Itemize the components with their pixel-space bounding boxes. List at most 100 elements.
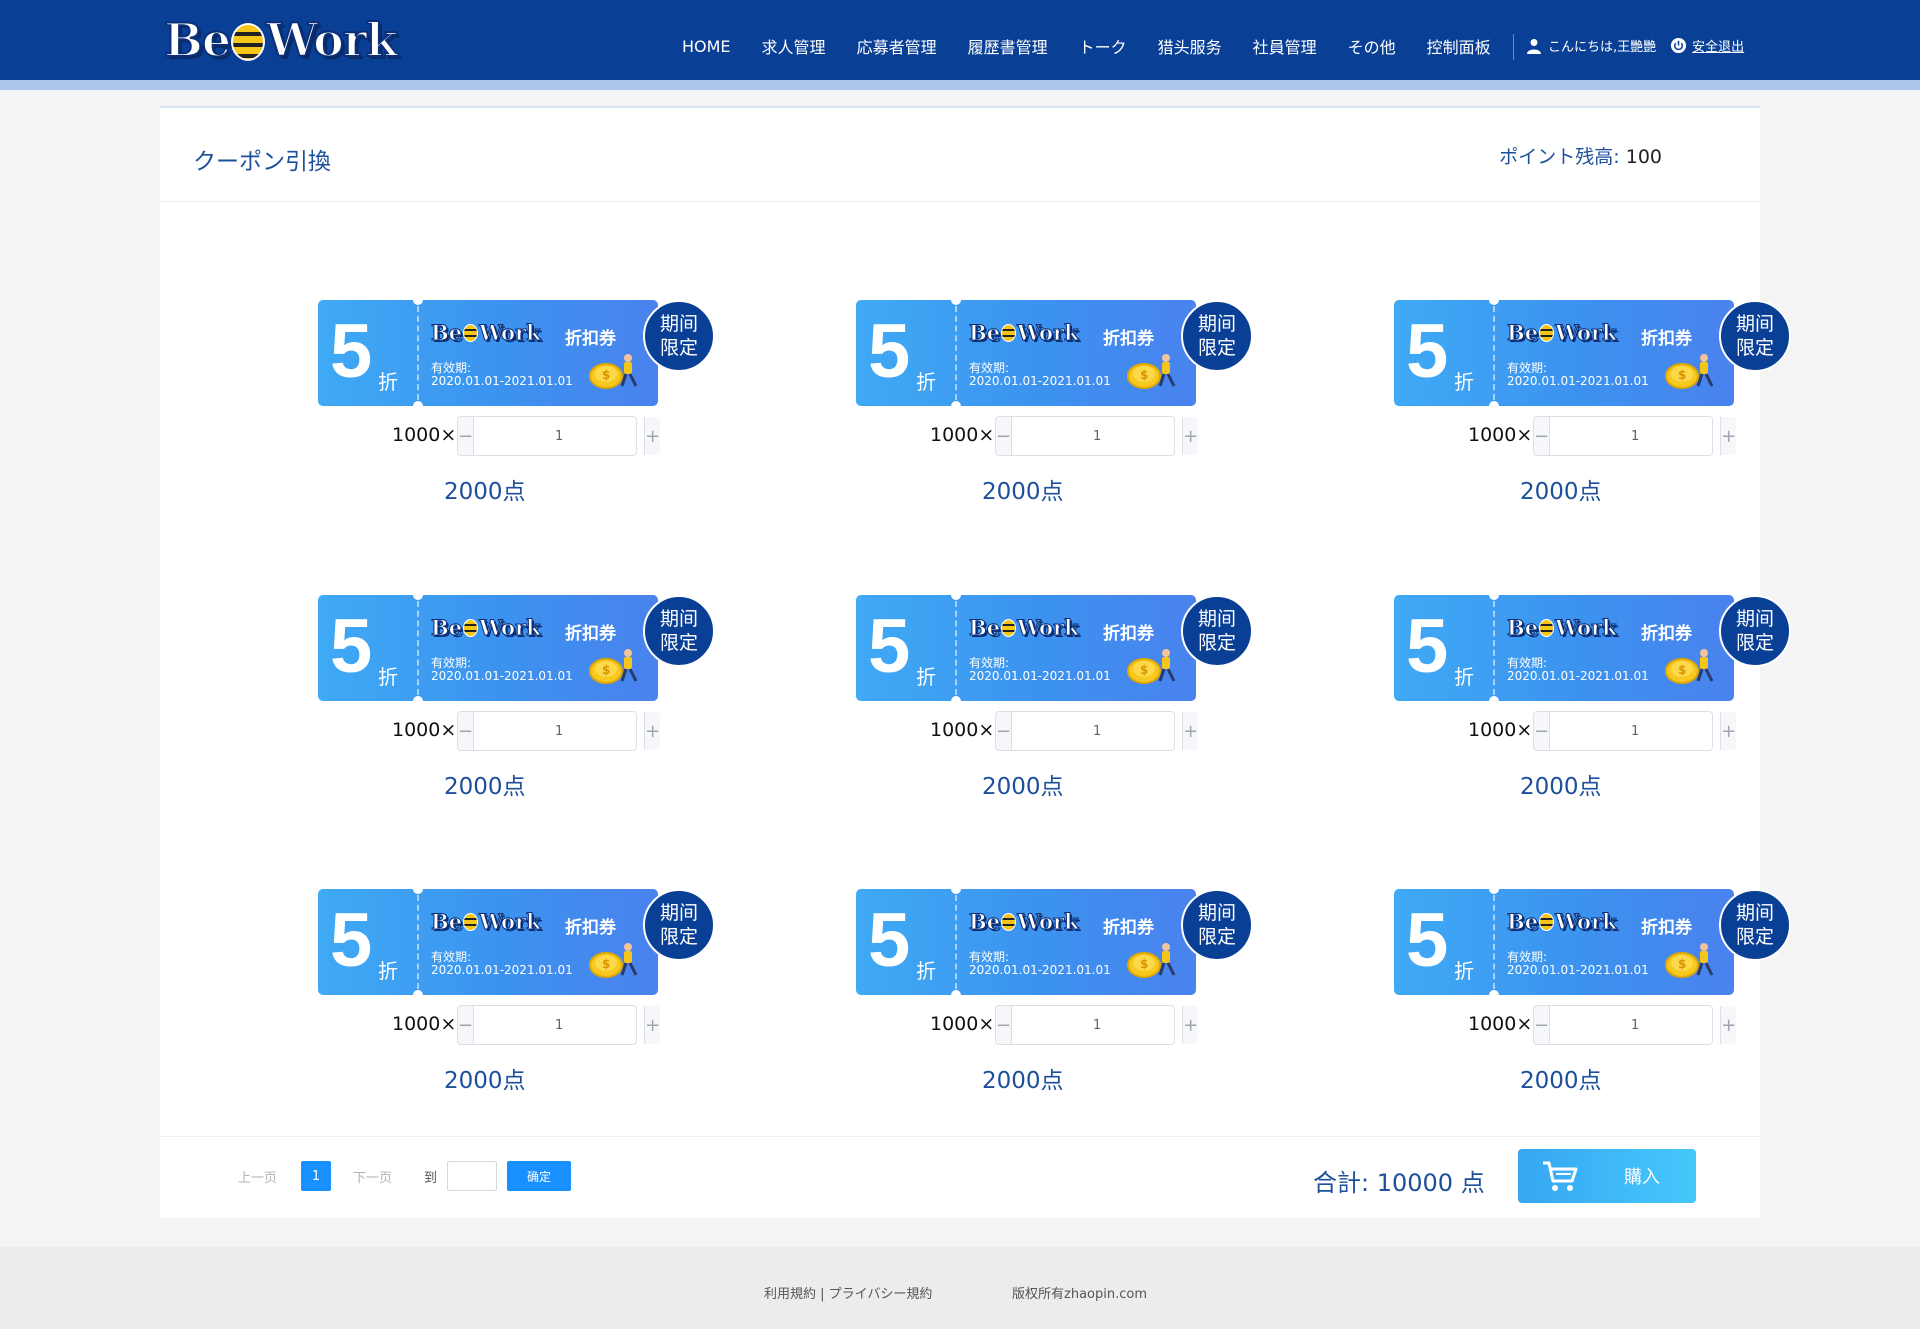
power-icon[interactable]	[1670, 37, 1687, 54]
nav-employees[interactable]: 社員管理	[1253, 34, 1317, 58]
purchase-button[interactable]: 購入	[1518, 1149, 1696, 1203]
quantity-row: 1000× − +	[1311, 416, 1817, 456]
svg-text:$: $	[602, 957, 610, 971]
quantity-row: 1000× − +	[773, 416, 1279, 456]
goto-confirm-button[interactable]: 确定	[507, 1161, 572, 1191]
quantity-input[interactable]	[1550, 712, 1721, 750]
footer-links[interactable]: 利用規約 | プライバシー規約	[764, 1283, 932, 1302]
nav-home[interactable]: HOME	[682, 37, 731, 56]
page-1-button[interactable]: 1	[301, 1161, 332, 1191]
quantity-input[interactable]	[1550, 1006, 1721, 1044]
decrement-button[interactable]: −	[458, 417, 475, 455]
coupon-card: 5 折 Be Work 折扣券 有效期: 2020.01.01-2021.01.0…	[1311, 855, 1791, 1105]
ticket-notch	[951, 990, 961, 1000]
brand-text-left: Be	[430, 909, 463, 935]
svg-text:$: $	[602, 368, 610, 382]
decrement-button[interactable]: −	[996, 1006, 1013, 1044]
limited-time-badge: 期间 限定	[643, 889, 715, 961]
coupon-brand-logo: Be Work	[430, 615, 541, 641]
nav-applicants[interactable]: 応募者管理	[857, 34, 937, 58]
balance-value: 100	[1625, 146, 1662, 168]
quantity-stepper: − +	[995, 416, 1199, 456]
coupon-card: 5 折 Be Work 折扣券 有效期: 2020.01.01-2021.01.0…	[773, 561, 1253, 811]
coupon-points: 2000点	[1520, 1068, 1602, 1094]
nav-resumes[interactable]: 履歴書管理	[968, 34, 1048, 58]
coupon-points: 2000点	[982, 1068, 1064, 1094]
limited-time-badge: 期间 限定	[1719, 889, 1791, 961]
ticket-notch	[951, 401, 961, 411]
next-page-button[interactable]: 下一页	[353, 1167, 392, 1186]
decrement-button[interactable]: −	[1534, 1006, 1551, 1044]
coupon-ticket[interactable]: 5 折 Be Work 折扣券 有效期: 2020.01.01-2021.01.0…	[856, 590, 1253, 706]
increment-button[interactable]: +	[1720, 417, 1737, 455]
logout-link[interactable]: 安全退出	[1692, 36, 1744, 55]
svg-text:$: $	[1678, 663, 1686, 677]
nav-jobs[interactable]: 求人管理	[762, 34, 826, 58]
ticket-divider	[1493, 306, 1495, 400]
coupon-ticket[interactable]: 5 折 Be Work 折扣券 有效期: 2020.01.01-2021.01.0…	[318, 884, 715, 1000]
coupon-ticket[interactable]: 5 折 Be Work 折扣券 有效期: 2020.01.01-2021.01.0…	[1394, 884, 1791, 1000]
quantity-input[interactable]	[1012, 712, 1183, 750]
increment-button[interactable]: +	[1182, 417, 1199, 455]
prev-page-button[interactable]: 上一页	[238, 1167, 277, 1186]
logo-text-left: Be	[163, 12, 232, 68]
nav-other[interactable]: その他	[1348, 34, 1396, 58]
increment-button[interactable]: +	[1720, 1006, 1737, 1044]
decrement-button[interactable]: −	[996, 417, 1013, 455]
decrement-button[interactable]: −	[996, 712, 1013, 750]
badge-line-1: 期间	[659, 313, 698, 335]
coupon-points: 2000点	[982, 479, 1064, 505]
decrement-button[interactable]: −	[458, 712, 475, 750]
increment-button[interactable]: +	[644, 417, 661, 455]
coupon-ticket[interactable]: 5 折 Be Work 折扣券 有效期: 2020.01.01-2021.01.0…	[856, 295, 1253, 411]
increment-button[interactable]: +	[1720, 712, 1737, 750]
coupon-brand-logo: Be Work	[1506, 615, 1617, 641]
quantity-input[interactable]	[474, 417, 645, 455]
decrement-button[interactable]: −	[1534, 417, 1551, 455]
coupon-brand-logo: Be Work	[1506, 909, 1617, 935]
quantity-input[interactable]	[474, 712, 645, 750]
page-title: クーポン引換	[193, 149, 331, 175]
coupon-ticket[interactable]: 5 折 Be Work 折扣券 有效期: 2020.01.01-2021.01.0…	[318, 295, 715, 411]
ticket-notch	[413, 401, 423, 411]
unit-price-label: 1000×	[392, 424, 457, 446]
limited-time-badge: 期间 限定	[1181, 595, 1253, 667]
coupon-ticket[interactable]: 5 折 Be Work 折扣券 有效期: 2020.01.01-2021.01.0…	[318, 590, 715, 706]
decrement-button[interactable]: −	[458, 1006, 475, 1044]
nav-headhunting[interactable]: 猎头服务	[1158, 34, 1222, 58]
discount-unit: 折	[378, 959, 398, 983]
points-balance: ポイント残高: 100	[1499, 142, 1662, 169]
limited-time-badge: 期间 限定	[643, 595, 715, 667]
badge-line-1: 期间	[659, 608, 698, 630]
quantity-input[interactable]	[1012, 1006, 1183, 1044]
goto-page-input[interactable]	[447, 1161, 498, 1191]
increment-button[interactable]: +	[1182, 712, 1199, 750]
increment-button[interactable]: +	[644, 1006, 661, 1044]
ticket-notch	[951, 884, 961, 894]
unit-price-label: 1000×	[392, 1013, 457, 1035]
beework-logo[interactable]: Be Work	[163, 12, 399, 68]
coupon-type: 折扣券	[565, 329, 616, 349]
badge-line-2: 限定	[1735, 337, 1774, 359]
badge-line-2: 限定	[1735, 926, 1774, 948]
coupon-ticket[interactable]: 5 折 Be Work 折扣券 有效期: 2020.01.01-2021.01.0…	[856, 884, 1253, 1000]
decrement-button[interactable]: −	[1534, 712, 1551, 750]
coupon-ticket[interactable]: 5 折 Be Work 折扣券 有效期: 2020.01.01-2021.01.0…	[1394, 295, 1791, 411]
quantity-input[interactable]	[1012, 417, 1183, 455]
quantity-input[interactable]	[1550, 417, 1721, 455]
nav-control-panel[interactable]: 控制面板	[1427, 34, 1491, 58]
cart-icon	[1543, 1161, 1578, 1191]
ticket-divider	[417, 306, 419, 400]
panel-footer: 上一页 1 下一页 到 确定 合計: 10000 点 購入	[160, 1136, 1760, 1220]
svg-text:$: $	[1678, 957, 1686, 971]
nav-talk[interactable]: トーク	[1079, 34, 1127, 58]
increment-button[interactable]: +	[1182, 1006, 1199, 1044]
quantity-input[interactable]	[474, 1006, 645, 1044]
svg-text:$: $	[602, 663, 610, 677]
coin-icon: $	[589, 649, 638, 684]
header-strip	[0, 80, 1920, 90]
increment-button[interactable]: +	[644, 712, 661, 750]
quantity-row: 1000× − +	[235, 711, 741, 751]
coupon-ticket[interactable]: 5 折 Be Work 折扣券 有效期: 2020.01.01-2021.01.0…	[1394, 590, 1791, 706]
badge-line-1: 期间	[1197, 313, 1236, 335]
